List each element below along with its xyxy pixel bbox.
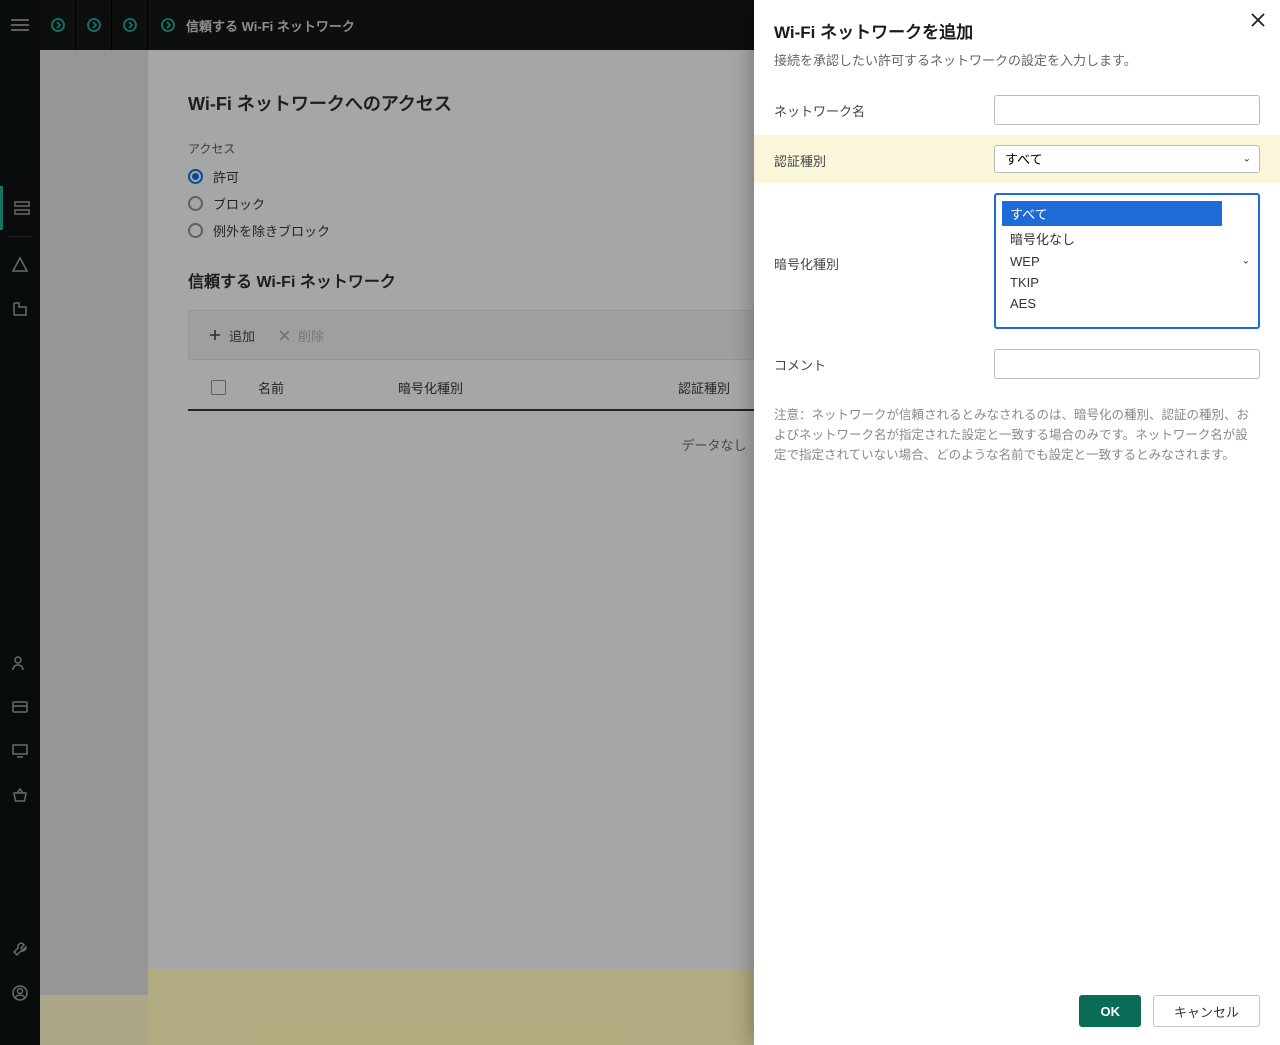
panel-footer: OK キャンセル: [754, 981, 1280, 1045]
panel-subtitle: 接続を承認したい許可するネットワークの設定を入力します。: [774, 51, 1260, 71]
row-network-name: ネットワーク名: [774, 85, 1260, 135]
ok-button[interactable]: OK: [1079, 995, 1141, 1027]
add-wifi-panel: Wi-Fi ネットワークを追加 接続を承認したい許可するネットワークの設定を入力…: [754, 0, 1280, 1045]
enc-option[interactable]: 暗号化なし: [1002, 226, 1252, 251]
panel-note: 注意：ネットワークが信頼されるとみなされるのは、暗号化の種別、認証の種別、および…: [774, 389, 1260, 465]
enc-option[interactable]: TKIP: [1002, 272, 1252, 293]
chevron-down-icon: ⌄: [1243, 153, 1251, 164]
cancel-button[interactable]: キャンセル: [1153, 995, 1260, 1027]
close-button[interactable]: [1250, 12, 1266, 33]
label-comment: コメント: [774, 349, 994, 374]
label-network-name: ネットワーク名: [774, 95, 994, 120]
label-enc-type: 暗号化種別: [774, 248, 994, 273]
auth-type-value: すべて: [1005, 149, 1043, 168]
enc-option[interactable]: すべて: [1002, 201, 1222, 226]
network-name-input[interactable]: [994, 95, 1260, 125]
label-auth-type: 認証種別: [774, 145, 994, 170]
panel-title: Wi-Fi ネットワークを追加: [774, 18, 1260, 43]
row-comment: コメント: [774, 339, 1260, 389]
enc-option[interactable]: WEP: [1002, 251, 1252, 272]
enc-option[interactable]: AES: [1002, 293, 1252, 314]
auth-type-select[interactable]: すべて ⌄: [994, 145, 1260, 173]
row-enc-type: 暗号化種別 すべて 暗号化なし WEP TKIP AES ⌄: [774, 183, 1260, 339]
row-auth-type: 認証種別 すべて ⌄: [754, 135, 1280, 183]
close-icon: [1250, 12, 1266, 28]
enc-type-listbox[interactable]: すべて 暗号化なし WEP TKIP AES ⌄: [994, 193, 1260, 329]
comment-input[interactable]: [994, 349, 1260, 379]
